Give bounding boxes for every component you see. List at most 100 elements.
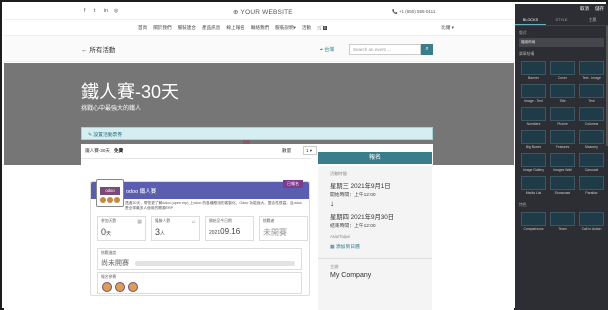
block-thumbnail	[550, 176, 575, 190]
block-label: Text	[588, 99, 595, 103]
calendar-icon: ▦	[137, 219, 142, 225]
block-text-image[interactable]: Text - Image	[579, 61, 604, 81]
block-label: Masonry	[584, 145, 598, 149]
back-link[interactable]: ← 所有活動	[81, 44, 115, 54]
block-numbers[interactable]: Numbers	[521, 107, 546, 127]
stat-label: 參加天數	[101, 219, 117, 223]
block-thumbnail	[521, 107, 546, 121]
event-title[interactable]: 鐵人賽-30天	[81, 78, 179, 104]
cart-icon[interactable]: 🛒0	[317, 25, 327, 31]
search-input[interactable]: Search an event ...	[349, 44, 421, 55]
block-thumbnail	[550, 130, 575, 144]
card-banner: odoo odoo 鐵人賽 已報名	[91, 179, 309, 207]
block-images-wall[interactable]: Images Wall	[550, 153, 575, 173]
participants-label: 報名參賽	[101, 275, 117, 279]
card-title: odoo 鐵人賽	[126, 189, 157, 195]
editor-panel: 取消 儲存 BLOCKS STYLE 主題 版式 檔案佈局 樂章結構 Banne…	[515, 4, 608, 310]
register-button[interactable]: 報名	[318, 152, 432, 164]
facebook-icon[interactable]: f	[84, 9, 89, 14]
block-parallax[interactable]: Parallax	[579, 176, 604, 196]
block-picture[interactable]: Picture	[550, 107, 575, 127]
nav-item-register[interactable]: 線上報名	[226, 25, 244, 31]
block-carousel[interactable]: Carousel	[579, 153, 604, 173]
nav-item-products[interactable]: 產品訊息	[202, 25, 220, 31]
block-features[interactable]: Features	[550, 130, 575, 150]
nav-item-home[interactable]: 首頁	[138, 25, 147, 31]
nav-item-about[interactable]: 關於我們	[153, 25, 171, 31]
twitter-icon[interactable]: t	[94, 9, 99, 14]
block-label: Big Boxes	[525, 145, 542, 149]
avatar-badge	[107, 197, 113, 203]
site-logo-text: YOUR WEBSITE	[240, 9, 293, 16]
add-to-calendar-link[interactable]: ▦ 添加到日曆	[318, 239, 432, 250]
layout-select[interactable]: 檔案佈局	[519, 38, 604, 47]
block-cover[interactable]: Cover	[550, 61, 575, 81]
participant-avatar	[128, 282, 138, 292]
ticket-name: 鐵人賽-30天	[85, 148, 111, 153]
stats-row: 參加天數 ▦ 0天 獲勝人數 ☺ 3人 開始至今日期 202109.16 挑戰者 未開賽	[97, 216, 308, 241]
arrow-down-icon: ↓	[330, 199, 334, 208]
stat-value: 未開賽	[263, 228, 287, 237]
stat-value: 0天	[101, 227, 111, 237]
stat-label: 挑戰者	[263, 219, 275, 223]
block-columns[interactable]: Columns	[579, 107, 604, 127]
block-image-text[interactable]: Image - Text	[521, 84, 546, 104]
tab-theme[interactable]: 主題	[577, 15, 608, 25]
search-button[interactable]: ⌕	[421, 44, 433, 55]
stat-days: 參加天數 ▦ 0天	[97, 216, 146, 241]
instagram-icon[interactable]: ◎	[114, 9, 119, 14]
avatar-badge	[114, 197, 120, 203]
block-thumbnail	[550, 153, 575, 167]
block-thumbnail	[521, 130, 546, 144]
event-card[interactable]: odoo odoo 鐵人賽 已報名 透過30天，帶您更了解odoo (open …	[90, 179, 310, 296]
block-label: Media List	[525, 191, 542, 195]
block-image-gallery[interactable]: Image Gallery	[521, 153, 546, 173]
block-thumbnail	[550, 212, 575, 226]
block-label: Text - Image	[582, 76, 601, 80]
top-bar: f t in ◎ ⊕ YOUR WEBSITE 📞 +1 (650) 555-0…	[4, 4, 514, 20]
back-label: 所有活動	[89, 46, 116, 54]
social-links: f t in ◎	[84, 9, 119, 14]
site-logo[interactable]: ⊕ YOUR WEBSITE	[233, 8, 293, 16]
linkedin-icon[interactable]: in	[104, 9, 109, 14]
nav-item-events[interactable]: 活動	[302, 25, 311, 31]
user-menu[interactable]: 比爾 ▾	[441, 25, 454, 31]
block-big-boxes[interactable]: Big Boxes	[521, 130, 546, 150]
block-title[interactable]: Title	[550, 84, 575, 104]
block-masonry[interactable]: Masonry	[579, 130, 604, 150]
block-label: Call to Action	[581, 227, 602, 231]
block-showcase[interactable]: Showcase	[550, 176, 575, 196]
discard-button[interactable]: 取消	[580, 6, 589, 13]
tab-style[interactable]: STYLE	[546, 15, 577, 25]
ticket-price: 免費	[114, 148, 124, 153]
quantity-select[interactable]: 1 ▾	[303, 146, 317, 155]
phone-number[interactable]: 📞 +1 (650) 555-0111	[392, 9, 435, 15]
configure-tickets-label: 設置活動票券	[93, 133, 123, 138]
block-call-to-action[interactable]: Call to Action	[579, 212, 604, 232]
nav-item-combo[interactable]: 服裝連合	[178, 25, 196, 31]
block-text[interactable]: Text	[579, 84, 604, 104]
location-filter[interactable]: ⌖ 台灣	[320, 46, 334, 53]
tab-blocks[interactable]: BLOCKS	[515, 15, 546, 25]
organizer-name: My Company	[330, 272, 372, 279]
block-team[interactable]: Team	[550, 212, 575, 232]
stat-date: 開始至今日期 202109.16	[205, 216, 254, 241]
block-media-list[interactable]: Media List	[521, 176, 546, 196]
block-banner[interactable]: Banner	[521, 61, 546, 81]
breadcrumb: ← 所有活動 ⌖ 台灣 Search an event ... ⌕	[4, 36, 514, 62]
user-icon: ☺	[190, 219, 196, 225]
quantity-label: 數量	[282, 148, 292, 153]
block-label: Features	[555, 145, 570, 149]
configure-tickets-bar[interactable]: ✎ 設置活動票券	[81, 127, 433, 140]
card-description: 透過30天，帶您更了解odoo (open erp) 上odoo 的各種應用的客…	[125, 201, 302, 210]
block-comparisons[interactable]: Comparisons	[521, 212, 546, 232]
block-label: Banner	[528, 76, 539, 80]
block-thumbnail	[579, 107, 604, 121]
save-button[interactable]: 儲存	[595, 6, 604, 13]
block-thumbnail	[579, 176, 604, 190]
nav-item-contact[interactable]: 聯絡我們	[251, 25, 269, 31]
event-subtitle[interactable]: 挑戰心中最強大的鐵人	[81, 103, 141, 112]
block-label: Columns	[584, 122, 599, 126]
progress-label: 挑戰進度	[101, 251, 117, 255]
nav-item-guide[interactable]: 服裝說明▾	[275, 25, 296, 31]
